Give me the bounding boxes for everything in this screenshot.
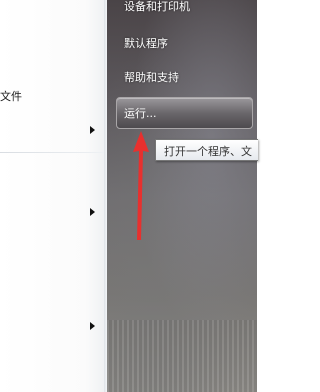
red-arrow-annotation [133, 131, 149, 240]
arrow-icon [133, 131, 149, 240]
